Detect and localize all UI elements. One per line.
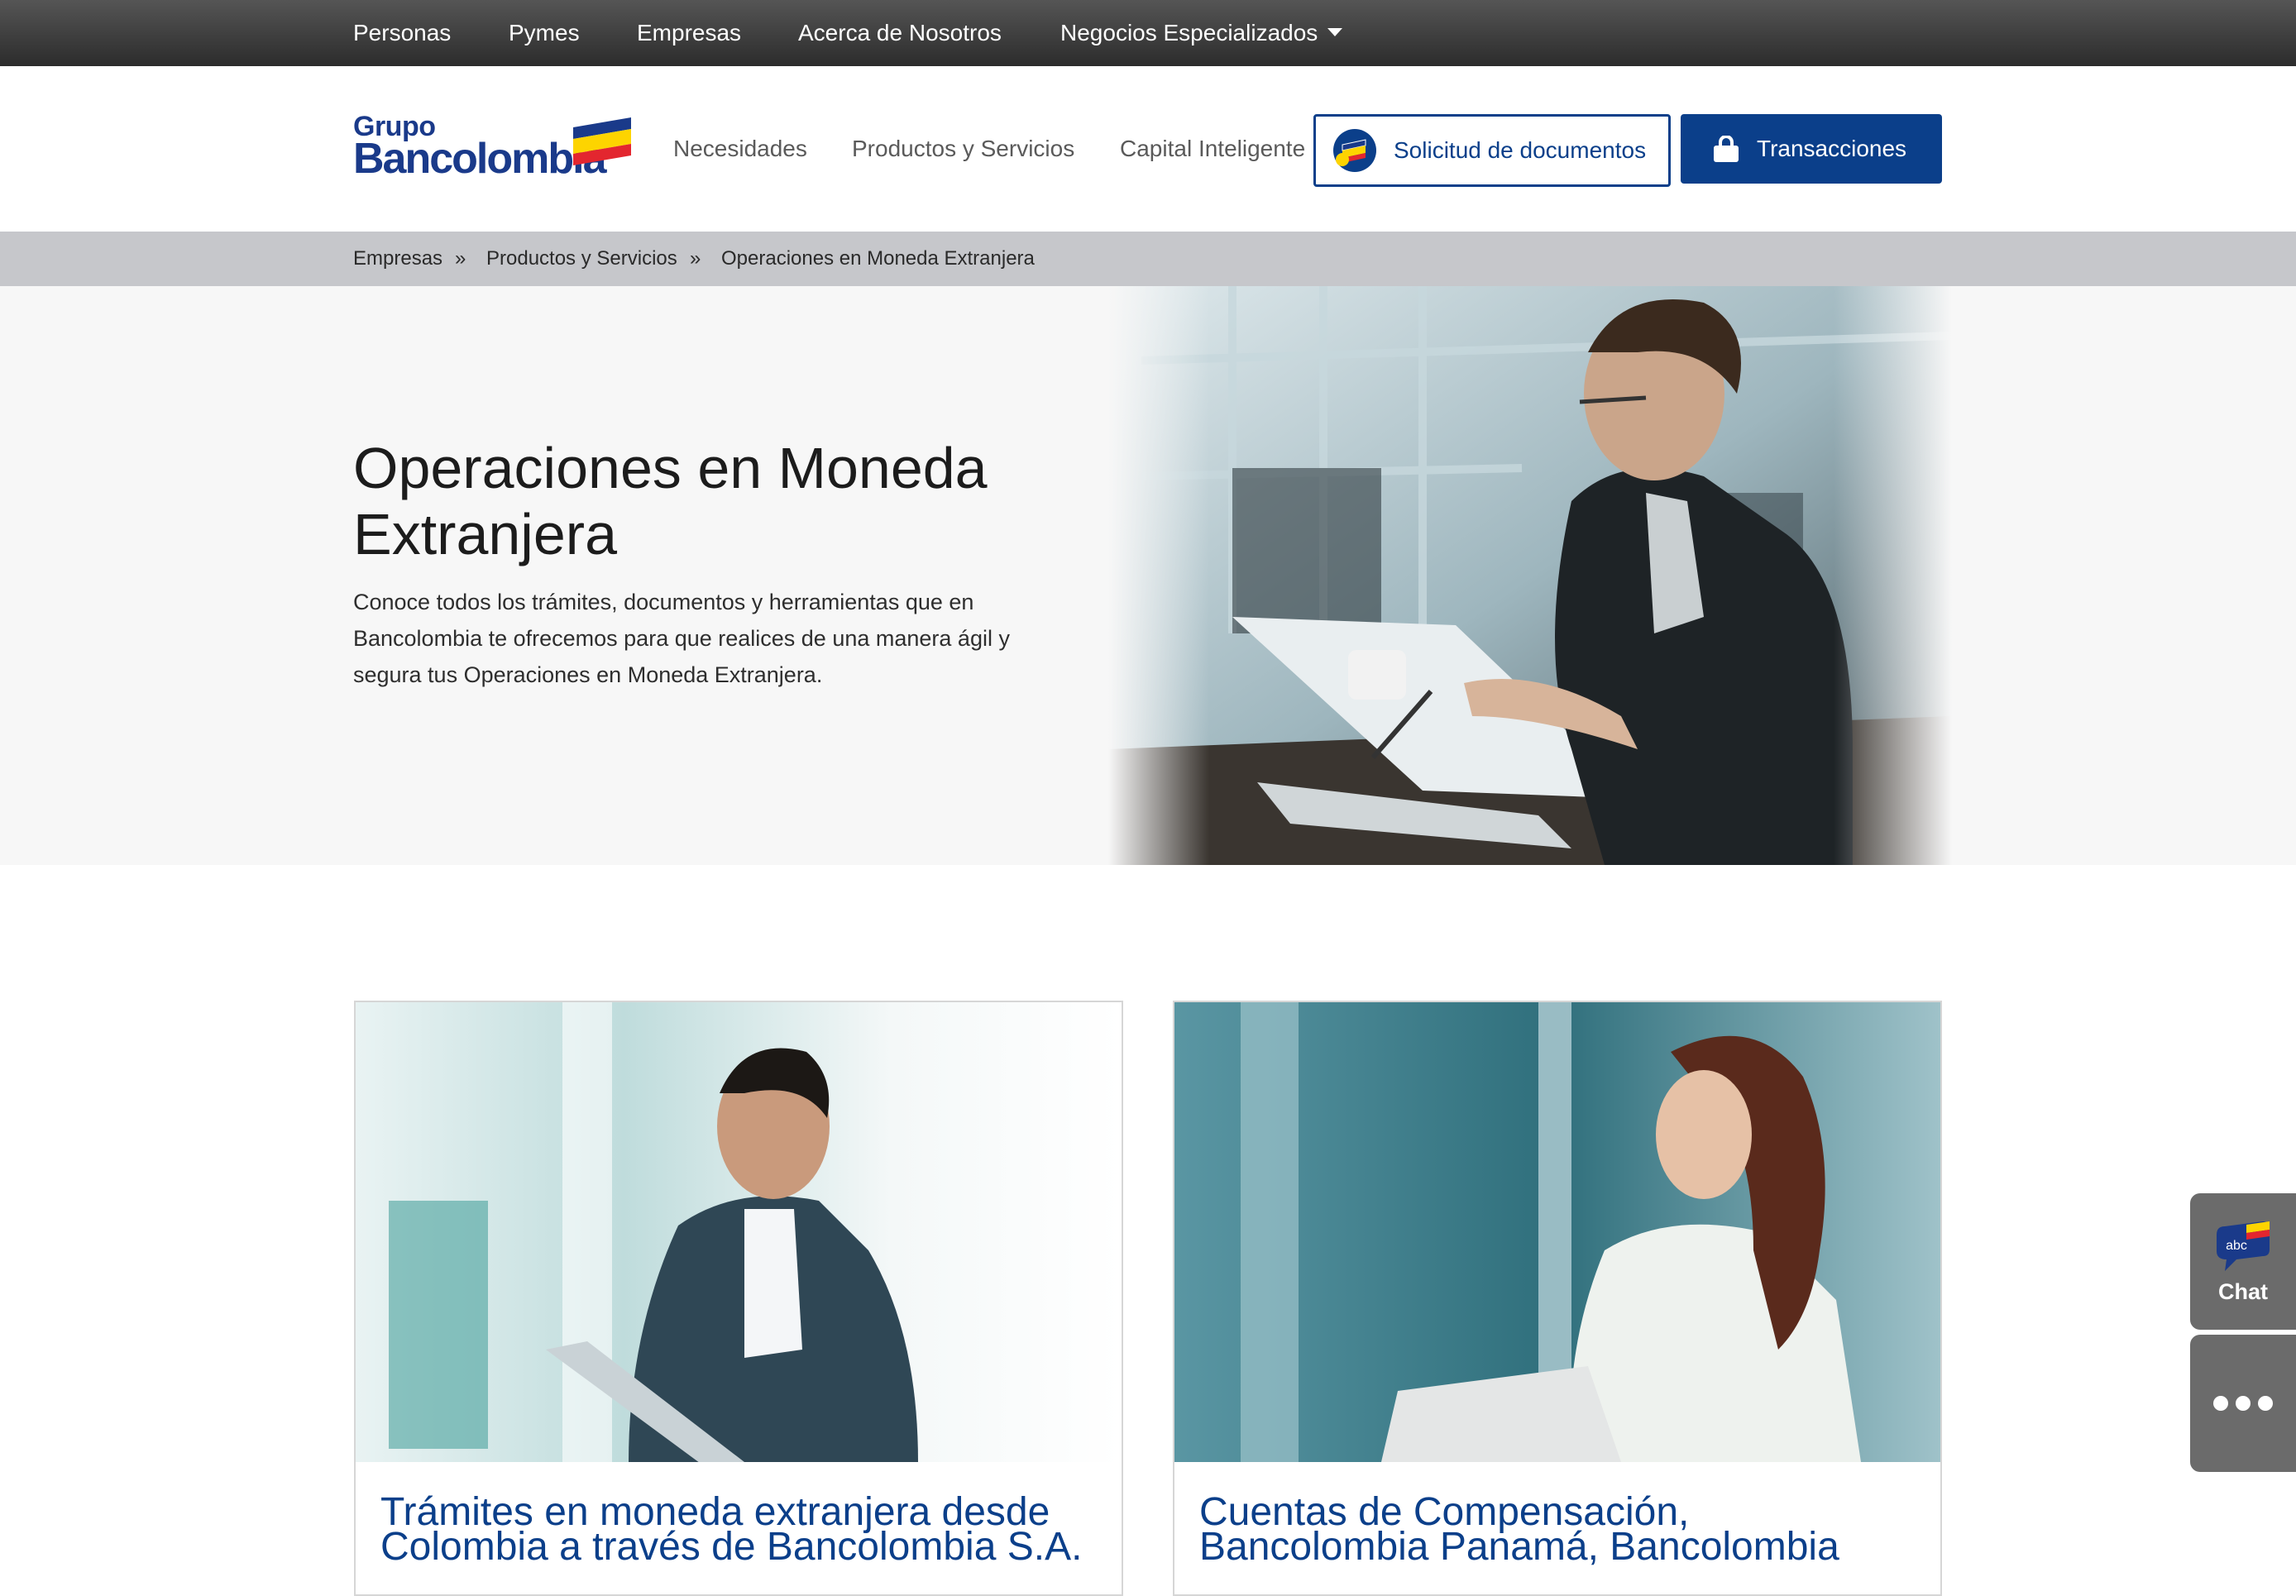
- topnav-negocios-label: Negocios Especializados: [1060, 20, 1318, 45]
- page-title: Operaciones en Moneda Extranjera: [353, 436, 988, 566]
- logo-line2: Bancolombia: [353, 135, 606, 183]
- solicitud-documentos-label: Solicitud de documentos: [1394, 137, 1647, 163]
- top-navigation-bar: Personas Pymes Empresas Acerca de Nosotr…: [0, 0, 2296, 66]
- card-cuentas-de-compensacion[interactable]: Cuentas de Compensación, Bancolombia Pan…: [1173, 1001, 1942, 1596]
- caret-down-icon: [1327, 27, 1343, 36]
- logo-flag-icon: [573, 117, 631, 165]
- solicitud-documentos-button[interactable]: Solicitud de documentos: [1313, 114, 1671, 187]
- topnav-pymes[interactable]: Pymes: [509, 0, 580, 66]
- topnav-acerca-de-nosotros[interactable]: Acerca de Nosotros: [798, 0, 1002, 66]
- nav-necesidades[interactable]: Necesidades: [673, 66, 807, 232]
- card-businessman-image: [356, 1002, 1122, 1462]
- card-title[interactable]: Trámites en moneda extranjera desde Colo…: [380, 1493, 1100, 1567]
- breadcrumb-separator: »: [455, 247, 466, 270]
- nav-capital-inteligente[interactable]: Capital Inteligente: [1120, 66, 1305, 232]
- nav-productos-y-servicios[interactable]: Productos y Servicios: [852, 66, 1074, 232]
- topnav-negocios-especializados[interactable]: Negocios Especializados: [1060, 0, 1343, 66]
- site-header: Grupo Bancolombia Necesidades Productos …: [0, 66, 2296, 232]
- breadcrumb: Empresas » Productos y Servicios » Opera…: [0, 232, 2296, 286]
- breadcrumb-empresas[interactable]: Empresas: [353, 232, 442, 286]
- hero-description: Conoce todos los trámites, documentos y …: [353, 590, 1010, 687]
- card-tramites-moneda-extranjera[interactable]: Trámites en moneda extranjera desde Colo…: [354, 1001, 1123, 1596]
- document-request-icon: [1333, 129, 1376, 172]
- card-title[interactable]: Cuentas de Compensación, Bancolombia Pan…: [1199, 1493, 1919, 1567]
- breadcrumb-productos-y-servicios[interactable]: Productos y Servicios: [486, 232, 677, 286]
- chat-bubble-icon: abc: [2217, 1221, 2270, 1271]
- hero-businessman-image: [1108, 286, 1952, 865]
- card-businesswoman-image: [1174, 1002, 1940, 1462]
- chat-widget-button[interactable]: abc Chat: [2190, 1193, 2296, 1330]
- more-dots-icon: [2213, 1396, 2273, 1411]
- breadcrumb-separator: »: [690, 247, 701, 270]
- chat-label: Chat: [2218, 1279, 2268, 1304]
- transacciones-label: Transacciones: [1757, 136, 1907, 161]
- lock-icon: [1714, 136, 1739, 162]
- hero-banner: Operaciones en Moneda Extranjera Conoce …: [0, 286, 2296, 865]
- grupo-bancolombia-logo[interactable]: Grupo Bancolombia: [353, 111, 634, 182]
- breadcrumb-current-page: Operaciones en Moneda Extranjera: [721, 247, 1035, 270]
- chat-badge-text: abc: [2226, 1239, 2247, 1253]
- more-options-button[interactable]: [2190, 1335, 2296, 1472]
- topnav-empresas[interactable]: Empresas: [637, 0, 741, 66]
- transacciones-button[interactable]: Transacciones: [1681, 114, 1942, 184]
- topnav-personas[interactable]: Personas: [353, 0, 451, 66]
